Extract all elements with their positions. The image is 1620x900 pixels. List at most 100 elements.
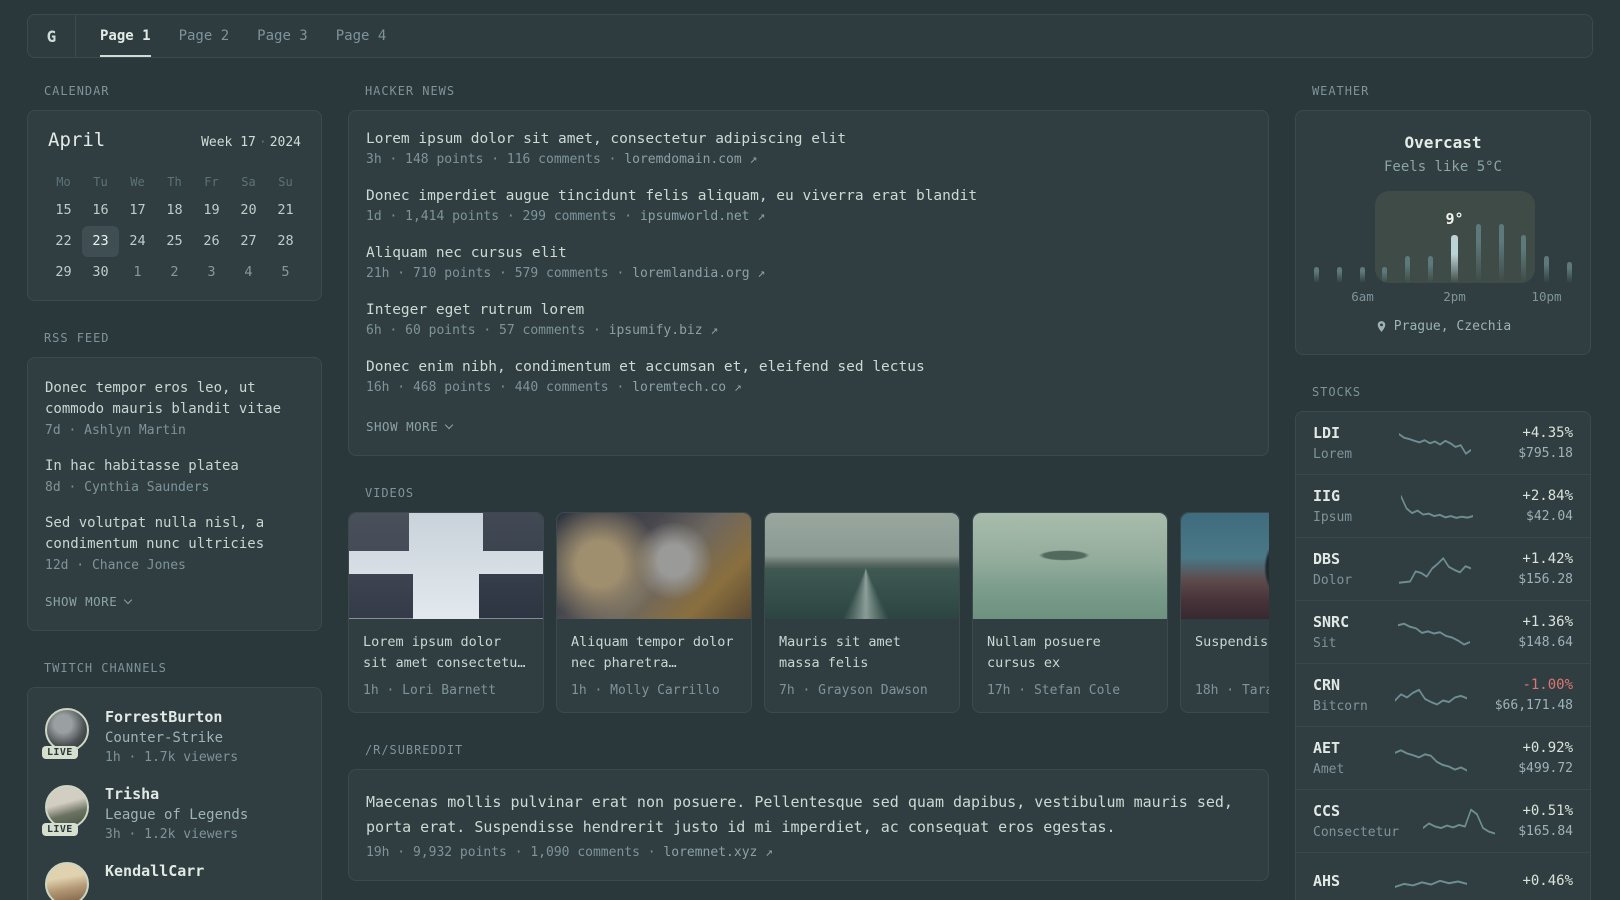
hackernews-item-domain-link[interactable]: loremdomain.com ↗ [624,152,757,167]
videos-section-label: VIDEOS [365,486,415,500]
twitch-channel-name[interactable]: KendallCarr [105,862,204,880]
stock-ticker[interactable]: SNRC [1313,613,1398,631]
hackernews-item-title[interactable]: Lorem ipsum dolor sit amet, consectetur … [366,131,1251,147]
stock-ticker[interactable]: LDI [1313,424,1399,442]
weather-bar [1498,224,1504,283]
video-card: Lorem ipsum dolor sit amet consectetu… 1… [348,512,544,713]
twitch-channel-name[interactable]: Trisha [105,785,248,803]
stock-identity: AHS [1313,872,1395,895]
stock-row[interactable]: LDI Lorem +4.35% $795.18 [1296,412,1590,474]
weather-feels-like: Feels like 5°C [1383,159,1502,175]
video-thumbnail[interactable] [765,513,959,619]
stock-ticker[interactable]: CRN [1313,676,1395,694]
stock-ticker[interactable]: CCS [1313,802,1423,820]
stock-row[interactable]: AET Amet +0.92% $499.72 [1296,726,1590,789]
page-tab[interactable]: Page 4 [324,15,399,57]
subreddit-post-domain-link[interactable]: loremnet.xyz ↗ [663,845,773,860]
stock-ticker[interactable]: AHS [1313,872,1395,890]
twitch-channel-meta: 3h · 1.2k viewers [105,827,239,842]
hackernews-show-more-button[interactable]: SHOW MORE [366,419,454,434]
hackernews-item-meta: 1d · 1,414 points · 299 comments · ipsum… [366,209,766,224]
hackernews-item-domain-link[interactable]: loremlandia.org ↗ [632,266,765,281]
hackernews-item-title[interactable]: Aliquam nec cursus elit [366,245,1251,261]
rss-show-more-button[interactable]: SHOW MORE [45,594,133,609]
weather-widget: WEATHER Overcast Feels like 5°C 9° 6am 2p… [1295,84,1591,355]
hackernews-item-domain-link[interactable]: ipsumify.biz ↗ [609,323,719,338]
app-logo[interactable]: G [28,15,75,57]
stock-ticker[interactable]: AET [1313,739,1395,757]
rss-item-title[interactable]: Donec tempor eros leo, ut commodo mauris… [45,378,304,420]
stock-price: $795.18 [1518,446,1573,461]
video-title[interactable]: Aliquam tempor dolor nec pharetra… [571,632,737,674]
calendar-day-cell: 28 [277,233,294,249]
weather-bar [1405,256,1411,283]
page-tab[interactable]: Page 1 [88,15,163,57]
video-card-body: Aliquam tempor dolor nec pharetra… 1h · … [557,619,751,712]
video-thumbnail[interactable] [973,513,1167,619]
topbar-divider [75,15,76,57]
hackernews-item-title[interactable]: Donec imperdiet augue tincidunt felis al… [366,188,1251,204]
stock-row[interactable]: DBS Dolor +1.42% $156.28 [1296,537,1590,600]
stock-price: $66,171.48 [1494,698,1574,713]
video-thumbnail[interactable] [1181,513,1269,619]
video-title[interactable]: Lorem ipsum dolor sit amet consectetu… [363,632,529,674]
page-tab[interactable]: Page 2 [167,15,242,57]
hackernews-item-domain-link[interactable]: ipsumworld.net ↗ [640,209,765,224]
video-thumbnail[interactable] [349,513,543,619]
stock-identity: CRN Bitcorn [1313,676,1395,714]
page-tab[interactable]: Page 3 [245,15,320,57]
weather-bar-current [1450,235,1458,283]
stock-row[interactable]: AHS +0.46% [1296,852,1590,900]
weather-bar [1428,256,1434,283]
weather-time-label: 10pm [1531,289,1562,304]
stock-ticker[interactable]: IIG [1313,487,1401,505]
calendar-day-selected: 23 [82,226,119,257]
hackernews-item-meta: 6h · 60 points · 57 comments · ipsumify.… [366,323,719,338]
weather-bar [1336,267,1342,283]
hackernews-item-title[interactable]: Integer eget rutrum lorem [366,302,1251,318]
stock-values: +2.84% $42.04 [1473,488,1573,524]
calendar-widget: CALENDAR April Week 17 · 2024 Mo Tu We Th Fr Sa… [27,84,322,301]
stock-identity: IIG Ipsum [1313,487,1401,525]
rss-item-title[interactable]: In hac habitasse platea [45,456,304,477]
stock-name: Bitcorn [1313,699,1368,714]
calendar-grid: Mo Tu We Th Fr Sa Su 15 16 17 18 19 20 21 22 23 24 25 26 27… [45,169,304,288]
calendar-day-cell: 15 [55,202,72,218]
video-title[interactable]: Nullam posuere cursus ex [987,632,1153,674]
video-title[interactable]: Suspendisse diam [1195,632,1269,674]
external-link-icon: ↗ [733,380,742,395]
calendar-day-cell: 29 [55,264,72,280]
stock-change-percent: +2.84% [1522,488,1573,504]
video-title[interactable]: Mauris sit amet massa felis [779,632,945,674]
calendar-weekday-label: We [130,175,145,189]
subreddit-post-title[interactable]: Maecenas mollis pulvinar erat non posuer… [366,790,1251,840]
rss-item-title[interactable]: Sed volutpat nulla nisl, a condimentum n… [45,513,304,555]
stock-name: Amet [1313,762,1345,777]
stock-price: $499.72 [1518,761,1574,776]
stock-sparkline-chart [1399,557,1472,584]
stock-row[interactable]: IIG Ipsum +2.84% $42.04 [1296,474,1590,537]
twitch-channel-meta: 1h · 1.7k viewers [105,750,239,765]
video-thumbnail[interactable] [557,513,751,619]
hackernews-item-title[interactable]: Donec enim nibh, condimentum et accumsan… [366,359,1251,375]
calendar-day-cell: 16 [92,202,109,218]
stock-change-percent: +1.42% [1522,551,1573,567]
tab-label: Page 1 [100,28,151,44]
stock-row[interactable]: CCS Consectetur +0.51% $165.84 [1296,789,1590,852]
twitch-channel-name[interactable]: ForrestBurton [105,708,238,726]
video-meta: 1h · Molly Carrillo [571,683,720,698]
calendar-day-cell: 22 [55,233,72,249]
stock-change-percent: +0.46% [1522,872,1574,889]
weather-bar [1566,262,1572,283]
hackernews-item: Integer eget rutrum lorem 6h · 60 points… [366,302,1251,338]
stock-row[interactable]: SNRC Sit +1.36% $148.64 [1296,600,1590,663]
video-card: Suspendisse diam 18h · Tara [1180,512,1269,713]
calendar-day-cell: 25 [166,233,183,249]
hackernews-widget: HACKER NEWS Lorem ipsum dolor sit amet, … [348,84,1269,456]
hackernews-item-domain-link[interactable]: loremtech.co ↗ [632,380,742,395]
stock-row[interactable]: CRN Bitcorn -1.00% $66,171.48 [1296,663,1590,726]
hackernews-item: Donec enim nibh, condimentum et accumsan… [366,359,1251,395]
video-card: Mauris sit amet massa felis 7h · Grayson… [764,512,960,713]
calendar-weekday-label: Fr [204,175,219,189]
stock-ticker[interactable]: DBS [1313,550,1399,568]
